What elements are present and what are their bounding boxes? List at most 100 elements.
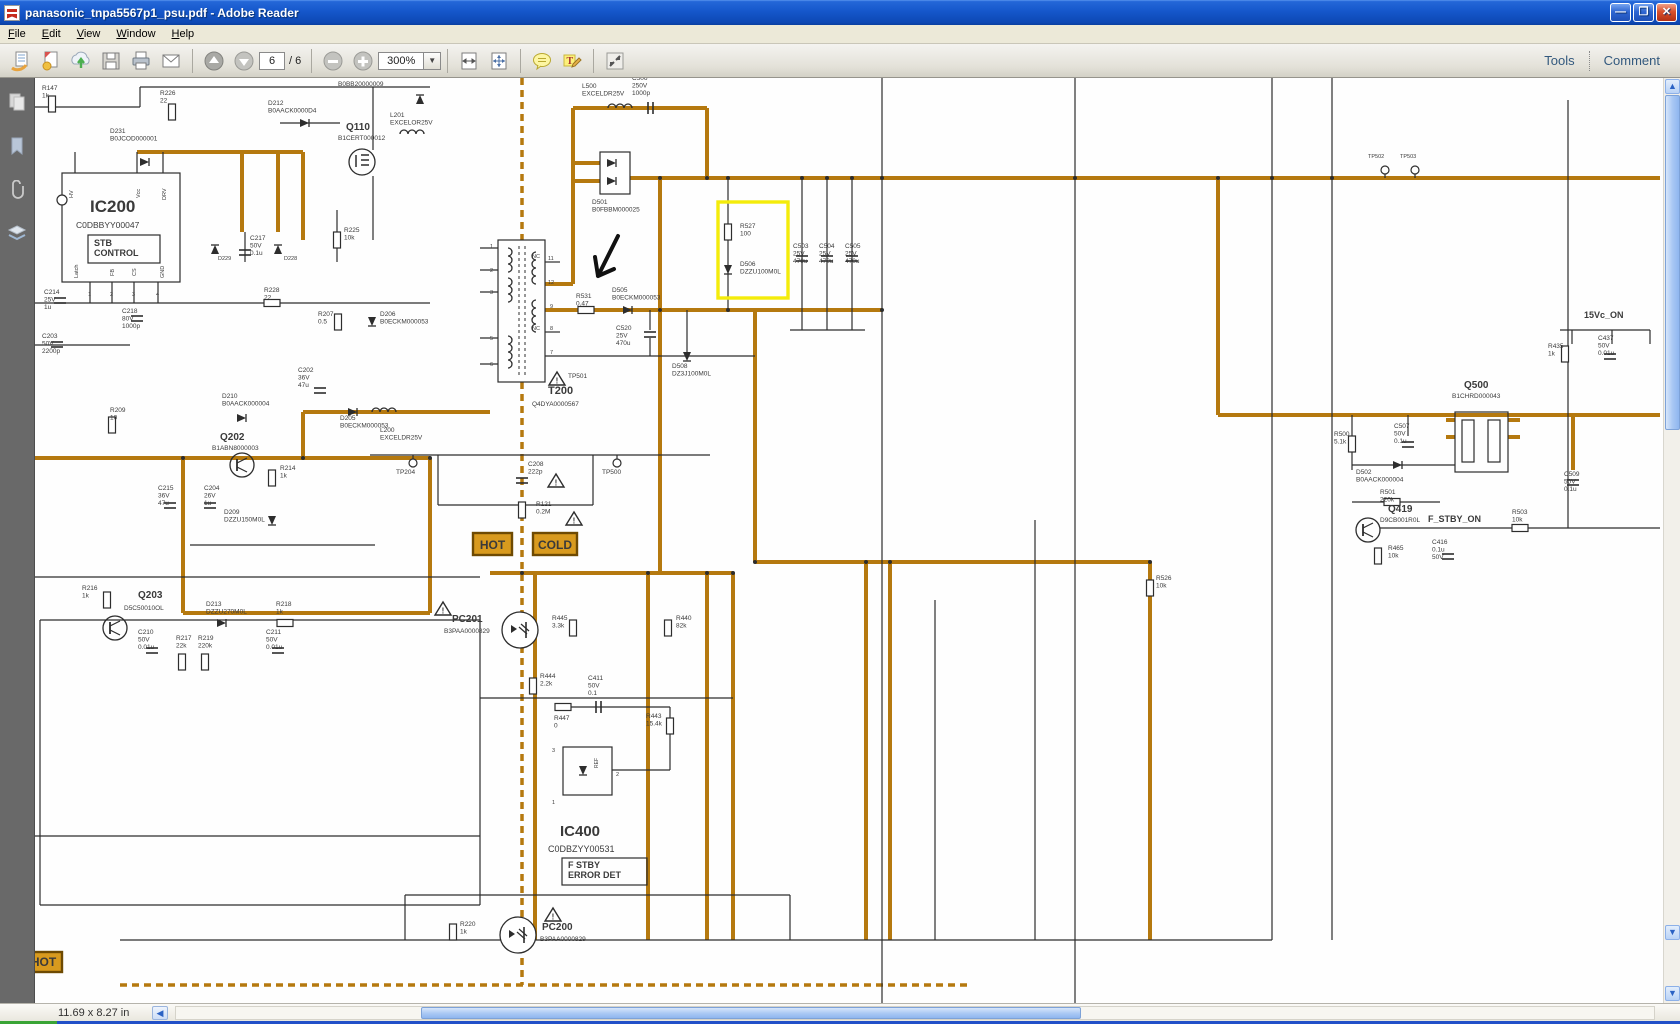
- fit-width-button[interactable]: [456, 48, 482, 74]
- svg-text:R2141k: R214 1k: [280, 465, 296, 480]
- schematic-page: !!!!!R147 1k R226 22B0BB20000009D212 B0AACK0…: [35, 78, 1660, 1003]
- svg-text:Q203: Q203: [138, 590, 163, 601]
- sticky-note-button[interactable]: [529, 48, 555, 74]
- print-button[interactable]: [128, 48, 154, 74]
- close-button[interactable]: ✕: [1656, 3, 1677, 22]
- page-total-label: / 6: [289, 54, 302, 67]
- svg-text:IC400: IC400: [560, 823, 600, 840]
- layers-icon[interactable]: [7, 224, 27, 244]
- svg-text:D231B0JCOD000001: D231 B0JCOD000001: [110, 128, 158, 143]
- fit-width-icon: [461, 52, 477, 69]
- email-button[interactable]: [158, 48, 184, 74]
- svg-text:R2201k: R220 1k: [460, 921, 476, 936]
- menu-view[interactable]: View: [69, 26, 109, 42]
- menu-file[interactable]: File: [0, 26, 34, 42]
- fullscreen-button[interactable]: [602, 48, 628, 74]
- menu-edit[interactable]: Edit: [34, 26, 69, 42]
- highlight-text-button[interactable]: T: [559, 48, 585, 74]
- bookmarks-icon[interactable]: [7, 136, 27, 156]
- svg-text:2: 2: [490, 268, 493, 274]
- svg-text:L500EXCELDR25V: L500 EXCELDR25V: [582, 83, 625, 98]
- svg-text:C0DBBYY00047: C0DBBYY00047: [76, 220, 140, 230]
- create-pdf-button[interactable]: [38, 48, 64, 74]
- svg-text:HOT: HOT: [480, 538, 506, 552]
- svg-text:NC: NC: [532, 254, 540, 260]
- svg-text:D9CB001R0L: D9CB001R0L: [1380, 517, 1420, 524]
- svg-text:R4470: R447 0: [554, 715, 570, 730]
- svg-text:Q419: Q419: [1388, 504, 1413, 515]
- svg-text:B0BB20000009: B0BB20000009: [338, 81, 384, 88]
- svg-text:F STBYERROR DET: F STBY ERROR DET: [568, 860, 622, 880]
- attachments-icon[interactable]: [7, 180, 27, 200]
- window-title: panasonic_tnpa5567p1_psu.pdf - Adobe Rea…: [25, 5, 299, 20]
- svg-text:T200: T200: [548, 385, 573, 397]
- svg-text:C50325V470u: C503 25V 470u: [793, 243, 809, 265]
- svg-text:B1ABN8000003: B1ABN8000003: [212, 445, 259, 452]
- svg-text:R22510k: R225 10k: [344, 227, 360, 242]
- status-bar: 11.69 x 8.27 in ◀: [0, 1003, 1680, 1021]
- maximize-button[interactable]: ❐: [1633, 3, 1654, 22]
- title-bar[interactable]: panasonic_tnpa5567p1_psu.pdf - Adobe Rea…: [0, 0, 1680, 25]
- vertical-scroll-thumb[interactable]: [1665, 95, 1680, 430]
- svg-text:C21750V0.1u: C217 50V 0.1u: [250, 235, 266, 257]
- svg-text:R20910: R209 10: [110, 407, 126, 422]
- svg-text:2: 2: [110, 292, 113, 298]
- svg-text:TP503: TP503: [1400, 154, 1416, 160]
- svg-text:Q500: Q500: [1464, 380, 1489, 391]
- minimize-button[interactable]: —: [1610, 3, 1631, 22]
- scroll-down-button[interactable]: ▼: [1665, 925, 1680, 940]
- fit-page-button[interactable]: [486, 48, 512, 74]
- save-button[interactable]: [98, 48, 124, 74]
- page-up-icon: [204, 51, 224, 70]
- open-icon: [11, 51, 28, 71]
- svg-text:D229: D229: [218, 256, 231, 262]
- svg-text:11: 11: [548, 256, 554, 262]
- svg-text:C0DBZYY00531: C0DBZYY00531: [548, 844, 615, 854]
- scroll-down-button-2[interactable]: ▼: [1665, 986, 1680, 1001]
- svg-text:C50425V470u: C504 25V 470u: [819, 243, 835, 265]
- svg-text:6: 6: [490, 362, 493, 368]
- previous-page-button[interactable]: [201, 48, 227, 74]
- open-button[interactable]: [8, 48, 34, 74]
- tools-button[interactable]: Tools: [1544, 53, 1574, 68]
- page-thumbnails-icon[interactable]: [7, 92, 27, 112]
- svg-text:R22622: R226 22: [160, 90, 176, 105]
- svg-text:R219220k: R219 220k: [198, 635, 214, 650]
- page-number-input[interactable]: [259, 51, 285, 70]
- svg-text:CS: CS: [132, 268, 138, 276]
- vertical-scrollbar[interactable]: ▲ ▼ ▼: [1663, 78, 1680, 1003]
- share-button[interactable]: [68, 48, 94, 74]
- svg-text:R5005.1k: R500 5.1k: [1334, 431, 1350, 446]
- svg-text:C21880V1000p: C218 80V 1000p: [122, 308, 140, 330]
- svg-text:L201EXCELOR25V: L201 EXCELOR25V: [390, 112, 433, 127]
- scroll-left-button[interactable]: ◀: [152, 1006, 168, 1020]
- svg-text:7: 7: [550, 350, 553, 356]
- scroll-up-button[interactable]: ▲: [1665, 79, 1680, 94]
- svg-text:3: 3: [490, 290, 493, 296]
- zoom-out-button[interactable]: [320, 48, 346, 74]
- svg-text:!: !: [555, 479, 558, 488]
- svg-text:4: 4: [156, 292, 159, 298]
- next-page-button[interactable]: [231, 48, 257, 74]
- menu-help[interactable]: Help: [164, 26, 203, 42]
- svg-text:R44315.4k: R443 15.4k: [646, 713, 663, 728]
- svg-text:R2070.5: R207 0.5: [318, 311, 334, 326]
- svg-text:D506DZZU100M0L: D506 DZZU100M0L: [740, 261, 781, 276]
- zoom-dropdown-arrow[interactable]: ▼: [424, 51, 442, 70]
- svg-text:R46510k: R465 10k: [1388, 545, 1404, 560]
- horizontal-scroll-thumb[interactable]: [421, 1007, 1081, 1019]
- svg-text:Q202: Q202: [220, 432, 245, 443]
- create-pdf-icon: [42, 51, 58, 70]
- document-canvas[interactable]: !!!!! R147 1k R226 22 B0BB20000009 D212 B0AACK0…: [35, 78, 1663, 1003]
- menu-window[interactable]: Window: [108, 26, 163, 42]
- horizontal-scrollbar[interactable]: [175, 1006, 1655, 1020]
- svg-text:D501B0FBBM000025: D501 B0FBBM000025: [592, 199, 640, 214]
- highlight-text-icon: T: [563, 54, 582, 68]
- svg-text:TP501: TP501: [568, 373, 588, 380]
- svg-text:D5C50010OL: D5C50010OL: [124, 605, 164, 612]
- svg-text:B3PAA0000829: B3PAA0000829: [444, 628, 490, 635]
- svg-text:C50525V470u: C505 25V 470u: [845, 243, 861, 265]
- comment-button[interactable]: Comment: [1604, 53, 1660, 68]
- zoom-level-value[interactable]: 300%: [378, 51, 425, 70]
- zoom-in-button[interactable]: [350, 48, 376, 74]
